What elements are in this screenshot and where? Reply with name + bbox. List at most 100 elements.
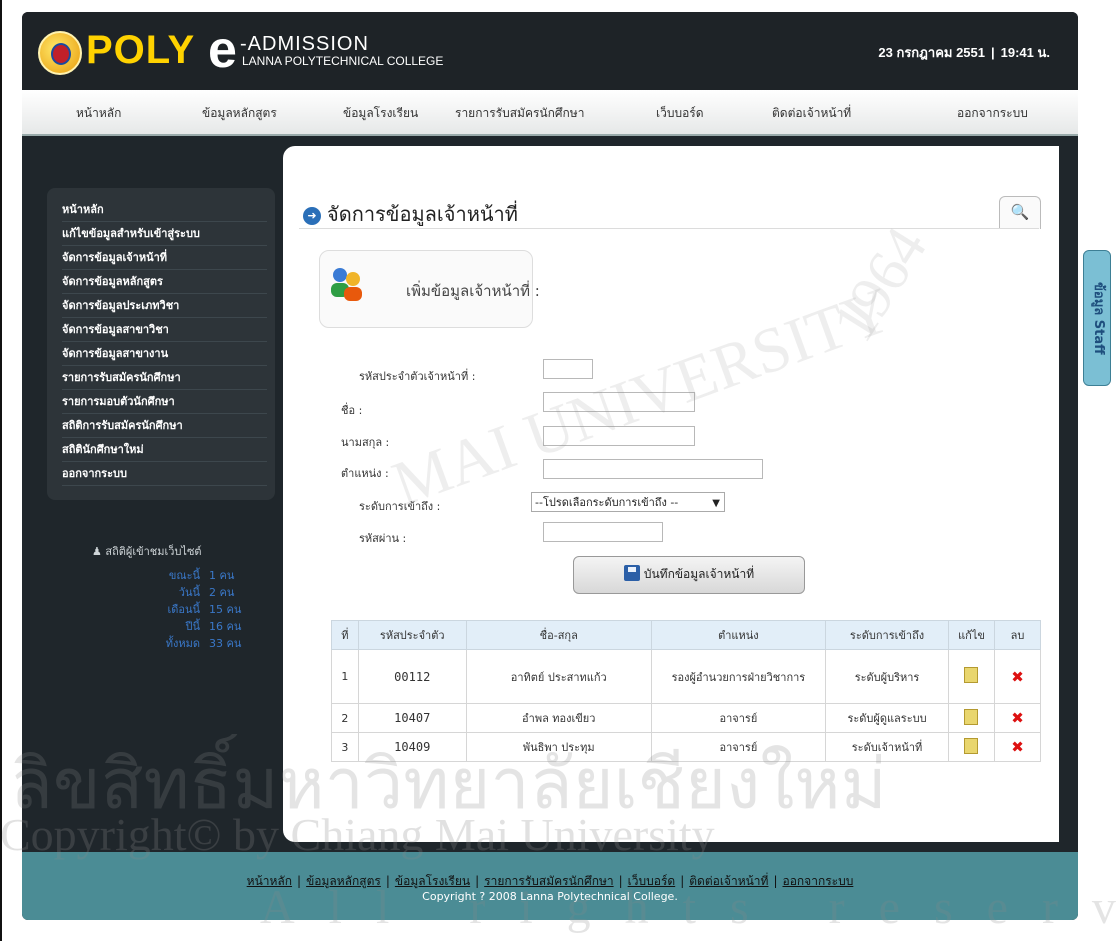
edit-cell bbox=[948, 732, 995, 762]
current-time: 19:41 น. bbox=[1000, 45, 1050, 60]
password-label: รหัสผ่าน : bbox=[359, 532, 407, 545]
stat-row: ขณะนี้ 1 คน bbox=[92, 566, 272, 583]
save-staff-button-label: บันทึกข้อมูลเจ้าหน้าที่ bbox=[643, 567, 755, 581]
position-label: ตำแหน่ง : bbox=[341, 467, 389, 480]
brand-poly: POLY bbox=[86, 28, 196, 72]
col-name: ชื่อ-สกุล bbox=[465, 620, 652, 650]
stat-value: 1 คน bbox=[209, 569, 235, 582]
nav-webboard[interactable]: เว็บบอร์ด bbox=[656, 104, 704, 123]
save-staff-button[interactable]: บันทึกข้อมูลเจ้าหน้าที่ bbox=[573, 556, 805, 594]
stat-value: 16 คน bbox=[209, 620, 242, 633]
top-nav: หน้าหลัก ข้อมูลหลักสูตร ข้อมูลโรงเรียน ร… bbox=[22, 90, 1078, 136]
delete-cell: ✖ bbox=[993, 703, 1042, 733]
visitor-stats: ♟ สถิติผู้เข้าชมเว็บไซต์ ขณะนี้ 1 คน วันน… bbox=[92, 542, 272, 651]
nav-school[interactable]: ข้อมูลโรงเรียน bbox=[343, 104, 418, 123]
header: POLY e -ADMISSION LANNA POLYTECHNICAL CO… bbox=[22, 12, 1078, 90]
stat-label: เดือนนี้ bbox=[167, 603, 200, 616]
col-delete: ลบ bbox=[993, 620, 1042, 650]
edit-icon[interactable] bbox=[964, 667, 979, 683]
magnifier-icon[interactable]: 🔍 bbox=[999, 196, 1041, 229]
nav-home[interactable]: หน้าหลัก bbox=[76, 104, 121, 123]
cell-position: รองผู้อำนวยการฝ่ายวิชาการ bbox=[650, 649, 827, 704]
password-input[interactable] bbox=[543, 522, 663, 542]
brand-subtitle: LANNA POLYTECHNICAL COLLEGE bbox=[242, 54, 444, 68]
sidebar-item-enrollment[interactable]: รายการมอบตัวนักศึกษา bbox=[62, 390, 267, 414]
first-name-label: ชื่อ : bbox=[341, 404, 363, 417]
col-edit: แก้ไข bbox=[948, 620, 995, 650]
table-header-row: ที่ รหัสประจำตัว ชื่อ-สกุล ตำแหน่ง ระดับ… bbox=[331, 620, 1042, 650]
nav-logout[interactable]: ออกจากระบบ bbox=[957, 104, 1028, 123]
cell-access: ระดับผู้บริหาร bbox=[825, 649, 949, 704]
add-staff-subtitle: เพิ่มข้อมูลเจ้าหน้าที่ : bbox=[406, 282, 540, 300]
page-title: ➜ จัดการข้อมูลเจ้าหน้าที่ bbox=[303, 198, 518, 230]
sidebar-menu: หน้าหลัก แก้ไขข้อมูลสำหรับเข้าสู่ระบบ จั… bbox=[47, 188, 275, 500]
staff-id-label: รหัสประจำตัวเจ้าหน้าที่ : bbox=[359, 370, 476, 383]
table-row: 1 00112 อาทิตย์ ประสาทแก้ว รองผู้อำนวยกา… bbox=[331, 649, 1042, 704]
watermark-rights: All rights reserved bbox=[260, 881, 1117, 934]
sidebar-item-manage-subject-type[interactable]: จัดการข้อมูลประเภทวิชา bbox=[62, 294, 267, 318]
watermark-copyright: Copyright© by Chiang Mai University bbox=[0, 809, 715, 860]
brand-admission: -ADMISSION bbox=[240, 33, 369, 55]
cell-no: 1 bbox=[331, 649, 359, 704]
sidebar-item-application-stats[interactable]: สถิติการรับสมัครนักศึกษา bbox=[62, 414, 267, 438]
staff-info-tab[interactable]: ข้อมูล Staff bbox=[1083, 250, 1111, 386]
college-logo bbox=[38, 31, 82, 75]
nav-applications[interactable]: รายการรับสมัครนักศึกษา bbox=[455, 104, 584, 123]
add-staff-box: เพิ่มข้อมูลเจ้าหน้าที่ : bbox=[319, 250, 540, 328]
visitor-stats-title: ♟ สถิติผู้เข้าชมเว็บไซต์ bbox=[92, 542, 272, 560]
edit-cell bbox=[948, 649, 995, 704]
sidebar-item-manage-staff[interactable]: จัดการข้อมูลเจ้าหน้าที่ bbox=[62, 246, 267, 270]
stat-row: ปีนี้ 16 คน bbox=[92, 617, 272, 634]
cell-id: 00112 bbox=[357, 649, 467, 704]
staff-id-input[interactable] bbox=[543, 359, 593, 379]
stat-label: ขณะนี้ bbox=[168, 569, 200, 582]
access-level-selected: --โปรดเลือกระดับการเข้าถึง -- bbox=[535, 496, 679, 509]
delete-cell: ✖ bbox=[993, 732, 1042, 762]
nav-contact[interactable]: ติดต่อเจ้าหน้าที่ bbox=[772, 104, 851, 123]
edit-icon[interactable] bbox=[964, 708, 979, 725]
title-divider bbox=[299, 228, 1039, 229]
brand-e: e bbox=[208, 21, 237, 79]
page-title-text: จัดการข้อมูลเจ้าหน้าที่ bbox=[327, 202, 518, 226]
position-input[interactable] bbox=[543, 459, 763, 479]
people-icon bbox=[331, 268, 362, 301]
delete-icon[interactable]: ✖ bbox=[1011, 738, 1024, 756]
stat-row: วันนี้ 2 คน bbox=[92, 583, 272, 600]
sidebar-item-new-student-stats[interactable]: สถิตินักศึกษาใหม่ bbox=[62, 438, 267, 462]
arrow-circle-icon: ➜ bbox=[303, 207, 321, 225]
stat-value: 33 คน bbox=[209, 637, 242, 650]
delete-cell: ✖ bbox=[993, 649, 1042, 704]
sidebar-item-manage-major[interactable]: จัดการข้อมูลสาขาวิชา bbox=[62, 318, 267, 342]
user-icon: ♟ bbox=[92, 545, 102, 558]
stat-row: เดือนนี้ 15 คน bbox=[92, 600, 272, 617]
sidebar-item-manage-field[interactable]: จัดการข้อมูลสาขางาน bbox=[62, 342, 267, 366]
stat-row: ทั้งหมด 33 คน bbox=[92, 634, 272, 651]
col-access: ระดับการเข้าถึง bbox=[825, 620, 949, 650]
sidebar-item-edit-login[interactable]: แก้ไขข้อมูลสำหรับเข้าสู่ระบบ bbox=[62, 222, 267, 246]
delete-icon[interactable]: ✖ bbox=[1011, 668, 1024, 686]
last-name-label: นามสกุล : bbox=[341, 436, 390, 449]
access-level-select[interactable]: --โปรดเลือกระดับการเข้าถึง -- ▼ bbox=[531, 492, 725, 512]
save-icon bbox=[623, 565, 640, 581]
col-no: ที่ bbox=[331, 620, 359, 650]
stat-label: ปีนี้ bbox=[185, 620, 200, 633]
sidebar-item-logout[interactable]: ออกจากระบบ bbox=[62, 462, 267, 486]
date-time: 23 กรกฎาคม 2551 | 19:41 น. bbox=[878, 42, 1050, 63]
stat-value: 2 คน bbox=[209, 586, 235, 599]
cell-name: อาทิตย์ ประสาทแก้ว bbox=[465, 649, 652, 704]
edit-icon[interactable] bbox=[964, 737, 979, 754]
col-id: รหัสประจำตัว bbox=[357, 620, 467, 650]
current-date: 23 กรกฎาคม 2551 bbox=[878, 45, 985, 60]
sidebar-item-applications[interactable]: รายการรับสมัครนักศึกษา bbox=[62, 366, 267, 390]
stat-label: ทั้งหมด bbox=[165, 637, 200, 650]
col-position: ตำแหน่ง bbox=[650, 620, 827, 650]
delete-icon[interactable]: ✖ bbox=[1011, 709, 1024, 727]
chevron-down-icon: ▼ bbox=[712, 498, 720, 509]
date-separator: | bbox=[991, 45, 995, 60]
sidebar-item-manage-curriculum[interactable]: จัดการข้อมูลหลักสูตร bbox=[62, 270, 267, 294]
sidebar-item-home[interactable]: หน้าหลัก bbox=[62, 198, 267, 222]
edit-cell bbox=[948, 703, 995, 733]
visitor-stats-label: สถิติผู้เข้าชมเว็บไซต์ bbox=[105, 545, 202, 558]
nav-curriculum[interactable]: ข้อมูลหลักสูตร bbox=[202, 104, 277, 123]
stat-value: 15 คน bbox=[209, 603, 242, 616]
